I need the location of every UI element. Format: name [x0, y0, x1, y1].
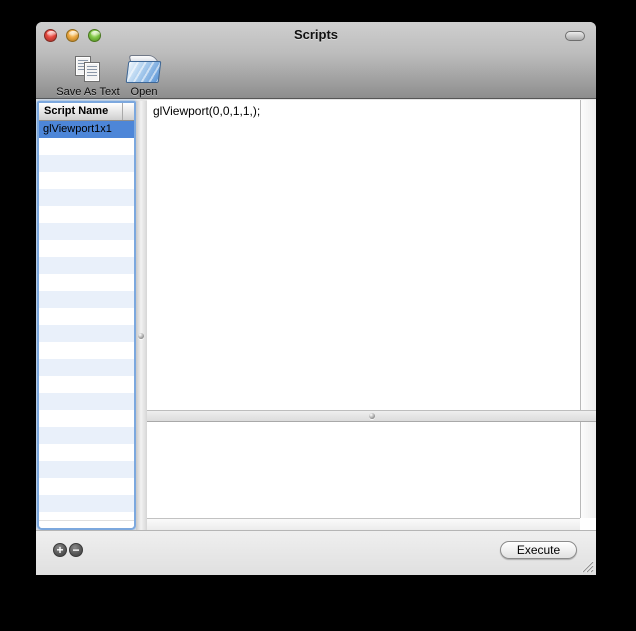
script-list: Script Name glViewport1x1	[37, 101, 136, 530]
splitter-dimple-icon	[368, 413, 375, 419]
script-list-header-label: Script Name	[44, 105, 109, 117]
open-button[interactable]: Open	[124, 51, 164, 98]
scripts-window: Scripts Save As Text Open Script Name gl…	[36, 22, 596, 575]
list-item[interactable]	[39, 393, 134, 410]
execute-button[interactable]: Execute	[500, 541, 577, 559]
list-item[interactable]	[39, 410, 134, 427]
list-item[interactable]	[39, 240, 134, 257]
list-item[interactable]	[39, 138, 134, 155]
resize-grip[interactable]	[579, 558, 594, 573]
remove-script-button[interactable]: −	[69, 543, 83, 557]
bottom-bar: + − Execute	[36, 530, 596, 575]
list-item[interactable]	[39, 308, 134, 325]
list-item[interactable]	[39, 172, 134, 189]
vertical-splitter[interactable]	[136, 101, 147, 530]
list-item[interactable]	[39, 155, 134, 172]
output-text[interactable]	[147, 422, 580, 518]
list-item[interactable]	[39, 291, 134, 308]
list-item[interactable]	[39, 206, 134, 223]
script-editor-pane: glViewport(0,0,1,1,);	[147, 100, 596, 410]
window-title: Scripts	[293, 27, 339, 42]
add-script-button[interactable]: +	[53, 543, 67, 557]
column-divider[interactable]	[122, 103, 123, 120]
list-item-selected[interactable]: glViewport1x1	[39, 121, 134, 138]
script-list-header[interactable]: Script Name	[39, 103, 134, 121]
list-item[interactable]	[39, 189, 134, 206]
output-vertical-scrollbar[interactable]	[580, 422, 596, 518]
resize-grip-icon	[581, 560, 594, 573]
desktop-background: Scripts Save As Text Open Script Name gl…	[0, 0, 636, 631]
open-folder-icon	[125, 54, 162, 84]
list-item[interactable]	[39, 461, 134, 478]
title-bar[interactable]: Scripts Save As Text Open	[36, 22, 596, 99]
save-as-text-icon	[72, 56, 104, 84]
list-item[interactable]	[39, 274, 134, 291]
script-list-rows: glViewport1x1	[39, 121, 134, 520]
horizontal-splitter[interactable]	[147, 410, 596, 422]
list-item[interactable]	[39, 495, 134, 512]
list-item[interactable]	[39, 427, 134, 444]
script-editor-text[interactable]: glViewport(0,0,1,1,);	[147, 100, 580, 410]
splitter-dimple-icon	[138, 333, 144, 339]
editor-vertical-scrollbar[interactable]	[580, 100, 596, 410]
list-item[interactable]	[39, 325, 134, 342]
output-horizontal-scrollbar[interactable]	[147, 518, 580, 530]
save-as-text-label: Save As Text	[56, 86, 120, 98]
open-label: Open	[130, 86, 158, 98]
save-as-text-button[interactable]: Save As Text	[48, 51, 128, 98]
list-item[interactable]	[39, 223, 134, 240]
list-item[interactable]	[39, 257, 134, 274]
list-item[interactable]	[39, 478, 134, 495]
list-item[interactable]	[39, 444, 134, 461]
script-list-horizontal-scrollbar[interactable]	[39, 519, 134, 528]
list-item[interactable]	[39, 359, 134, 376]
toolbar-toggle-pill[interactable]	[565, 31, 585, 41]
output-pane	[147, 422, 596, 530]
list-item[interactable]	[39, 342, 134, 359]
list-item[interactable]	[39, 376, 134, 393]
